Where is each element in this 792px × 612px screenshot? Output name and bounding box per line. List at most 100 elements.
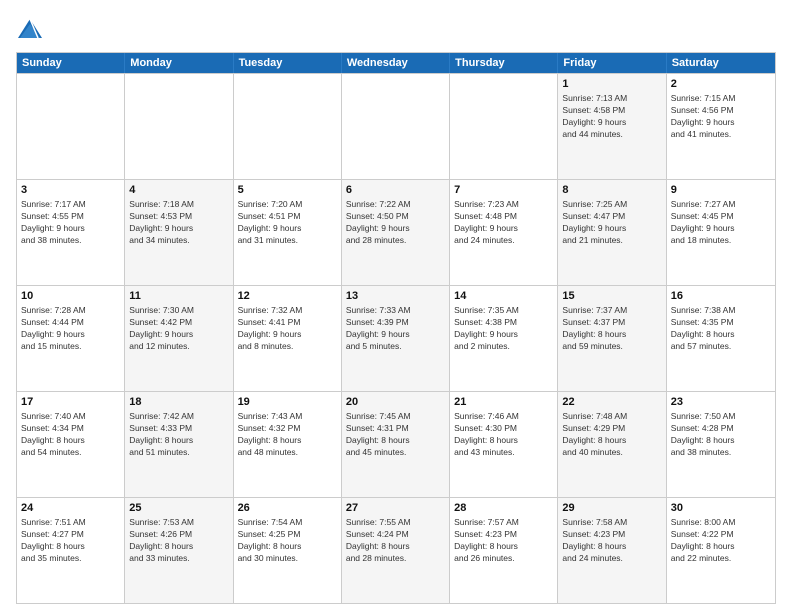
day-info: Sunrise: 7:57 AMSunset: 4:23 PMDaylight:… <box>454 517 553 565</box>
day-info: Sunrise: 7:20 AMSunset: 4:51 PMDaylight:… <box>238 199 337 247</box>
day-info: Sunrise: 7:18 AMSunset: 4:53 PMDaylight:… <box>129 199 228 247</box>
calendar-cell: 24Sunrise: 7:51 AMSunset: 4:27 PMDayligh… <box>17 498 125 603</box>
day-info: Sunrise: 7:37 AMSunset: 4:37 PMDaylight:… <box>562 305 661 353</box>
calendar-cell: 2Sunrise: 7:15 AMSunset: 4:56 PMDaylight… <box>667 74 775 179</box>
day-number: 23 <box>671 395 771 410</box>
day-info: Sunrise: 7:22 AMSunset: 4:50 PMDaylight:… <box>346 199 445 247</box>
calendar-cell: 19Sunrise: 7:43 AMSunset: 4:32 PMDayligh… <box>234 392 342 497</box>
header <box>16 16 776 44</box>
day-number: 17 <box>21 395 120 410</box>
calendar-cell: 5Sunrise: 7:20 AMSunset: 4:51 PMDaylight… <box>234 180 342 285</box>
day-info: Sunrise: 7:55 AMSunset: 4:24 PMDaylight:… <box>346 517 445 565</box>
calendar-cell <box>234 74 342 179</box>
day-info: Sunrise: 7:32 AMSunset: 4:41 PMDaylight:… <box>238 305 337 353</box>
day-number: 3 <box>21 183 120 198</box>
calendar-header-wednesday: Wednesday <box>342 53 450 73</box>
day-info: Sunrise: 7:58 AMSunset: 4:23 PMDaylight:… <box>562 517 661 565</box>
calendar-header-row: SundayMondayTuesdayWednesdayThursdayFrid… <box>17 53 775 73</box>
day-info: Sunrise: 7:35 AMSunset: 4:38 PMDaylight:… <box>454 305 553 353</box>
day-number: 7 <box>454 183 553 198</box>
day-info: Sunrise: 7:38 AMSunset: 4:35 PMDaylight:… <box>671 305 771 353</box>
calendar-week-5: 24Sunrise: 7:51 AMSunset: 4:27 PMDayligh… <box>17 497 775 603</box>
calendar-week-3: 10Sunrise: 7:28 AMSunset: 4:44 PMDayligh… <box>17 285 775 391</box>
day-number: 27 <box>346 501 445 516</box>
calendar-header-sunday: Sunday <box>17 53 125 73</box>
calendar-body: 1Sunrise: 7:13 AMSunset: 4:58 PMDaylight… <box>17 73 775 603</box>
day-number: 9 <box>671 183 771 198</box>
calendar-cell <box>450 74 558 179</box>
calendar-header-thursday: Thursday <box>450 53 558 73</box>
calendar-week-1: 1Sunrise: 7:13 AMSunset: 4:58 PMDaylight… <box>17 73 775 179</box>
calendar-cell: 23Sunrise: 7:50 AMSunset: 4:28 PMDayligh… <box>667 392 775 497</box>
calendar-cell: 17Sunrise: 7:40 AMSunset: 4:34 PMDayligh… <box>17 392 125 497</box>
day-number: 4 <box>129 183 228 198</box>
calendar-cell: 29Sunrise: 7:58 AMSunset: 4:23 PMDayligh… <box>558 498 666 603</box>
day-info: Sunrise: 7:30 AMSunset: 4:42 PMDaylight:… <box>129 305 228 353</box>
day-number: 12 <box>238 289 337 304</box>
day-info: Sunrise: 7:50 AMSunset: 4:28 PMDaylight:… <box>671 411 771 459</box>
day-number: 19 <box>238 395 337 410</box>
day-number: 21 <box>454 395 553 410</box>
day-info: Sunrise: 7:46 AMSunset: 4:30 PMDaylight:… <box>454 411 553 459</box>
day-info: Sunrise: 7:33 AMSunset: 4:39 PMDaylight:… <box>346 305 445 353</box>
calendar-cell <box>125 74 233 179</box>
day-info: Sunrise: 7:27 AMSunset: 4:45 PMDaylight:… <box>671 199 771 247</box>
calendar-cell: 3Sunrise: 7:17 AMSunset: 4:55 PMDaylight… <box>17 180 125 285</box>
calendar-header-saturday: Saturday <box>667 53 775 73</box>
calendar-cell: 7Sunrise: 7:23 AMSunset: 4:48 PMDaylight… <box>450 180 558 285</box>
day-info: Sunrise: 7:48 AMSunset: 4:29 PMDaylight:… <box>562 411 661 459</box>
day-number: 13 <box>346 289 445 304</box>
day-info: Sunrise: 7:13 AMSunset: 4:58 PMDaylight:… <box>562 93 661 141</box>
day-info: Sunrise: 7:17 AMSunset: 4:55 PMDaylight:… <box>21 199 120 247</box>
day-number: 24 <box>21 501 120 516</box>
calendar-cell: 28Sunrise: 7:57 AMSunset: 4:23 PMDayligh… <box>450 498 558 603</box>
day-number: 28 <box>454 501 553 516</box>
calendar-cell: 25Sunrise: 7:53 AMSunset: 4:26 PMDayligh… <box>125 498 233 603</box>
day-info: Sunrise: 7:25 AMSunset: 4:47 PMDaylight:… <box>562 199 661 247</box>
calendar-cell: 22Sunrise: 7:48 AMSunset: 4:29 PMDayligh… <box>558 392 666 497</box>
day-info: Sunrise: 7:23 AMSunset: 4:48 PMDaylight:… <box>454 199 553 247</box>
day-info: Sunrise: 7:15 AMSunset: 4:56 PMDaylight:… <box>671 93 771 141</box>
day-number: 26 <box>238 501 337 516</box>
day-info: Sunrise: 8:00 AMSunset: 4:22 PMDaylight:… <box>671 517 771 565</box>
day-number: 8 <box>562 183 661 198</box>
day-number: 25 <box>129 501 228 516</box>
day-info: Sunrise: 7:51 AMSunset: 4:27 PMDaylight:… <box>21 517 120 565</box>
calendar-cell: 15Sunrise: 7:37 AMSunset: 4:37 PMDayligh… <box>558 286 666 391</box>
day-number: 18 <box>129 395 228 410</box>
calendar-cell: 26Sunrise: 7:54 AMSunset: 4:25 PMDayligh… <box>234 498 342 603</box>
calendar-cell: 16Sunrise: 7:38 AMSunset: 4:35 PMDayligh… <box>667 286 775 391</box>
day-info: Sunrise: 7:28 AMSunset: 4:44 PMDaylight:… <box>21 305 120 353</box>
calendar-header-friday: Friday <box>558 53 666 73</box>
day-number: 29 <box>562 501 661 516</box>
day-number: 15 <box>562 289 661 304</box>
calendar-cell: 18Sunrise: 7:42 AMSunset: 4:33 PMDayligh… <box>125 392 233 497</box>
page: SundayMondayTuesdayWednesdayThursdayFrid… <box>0 0 792 612</box>
day-info: Sunrise: 7:43 AMSunset: 4:32 PMDaylight:… <box>238 411 337 459</box>
calendar-cell: 11Sunrise: 7:30 AMSunset: 4:42 PMDayligh… <box>125 286 233 391</box>
calendar-cell: 6Sunrise: 7:22 AMSunset: 4:50 PMDaylight… <box>342 180 450 285</box>
calendar: SundayMondayTuesdayWednesdayThursdayFrid… <box>16 52 776 604</box>
calendar-cell: 13Sunrise: 7:33 AMSunset: 4:39 PMDayligh… <box>342 286 450 391</box>
day-number: 14 <box>454 289 553 304</box>
calendar-cell: 30Sunrise: 8:00 AMSunset: 4:22 PMDayligh… <box>667 498 775 603</box>
calendar-cell: 14Sunrise: 7:35 AMSunset: 4:38 PMDayligh… <box>450 286 558 391</box>
day-number: 5 <box>238 183 337 198</box>
calendar-header-tuesday: Tuesday <box>234 53 342 73</box>
day-number: 6 <box>346 183 445 198</box>
day-number: 1 <box>562 77 661 92</box>
day-info: Sunrise: 7:54 AMSunset: 4:25 PMDaylight:… <box>238 517 337 565</box>
calendar-header-monday: Monday <box>125 53 233 73</box>
calendar-cell: 1Sunrise: 7:13 AMSunset: 4:58 PMDaylight… <box>558 74 666 179</box>
day-info: Sunrise: 7:40 AMSunset: 4:34 PMDaylight:… <box>21 411 120 459</box>
logo <box>16 16 48 44</box>
day-info: Sunrise: 7:42 AMSunset: 4:33 PMDaylight:… <box>129 411 228 459</box>
calendar-cell <box>17 74 125 179</box>
day-number: 11 <box>129 289 228 304</box>
calendar-cell: 10Sunrise: 7:28 AMSunset: 4:44 PMDayligh… <box>17 286 125 391</box>
calendar-cell: 20Sunrise: 7:45 AMSunset: 4:31 PMDayligh… <box>342 392 450 497</box>
day-number: 10 <box>21 289 120 304</box>
day-number: 20 <box>346 395 445 410</box>
calendar-cell: 4Sunrise: 7:18 AMSunset: 4:53 PMDaylight… <box>125 180 233 285</box>
calendar-cell <box>342 74 450 179</box>
